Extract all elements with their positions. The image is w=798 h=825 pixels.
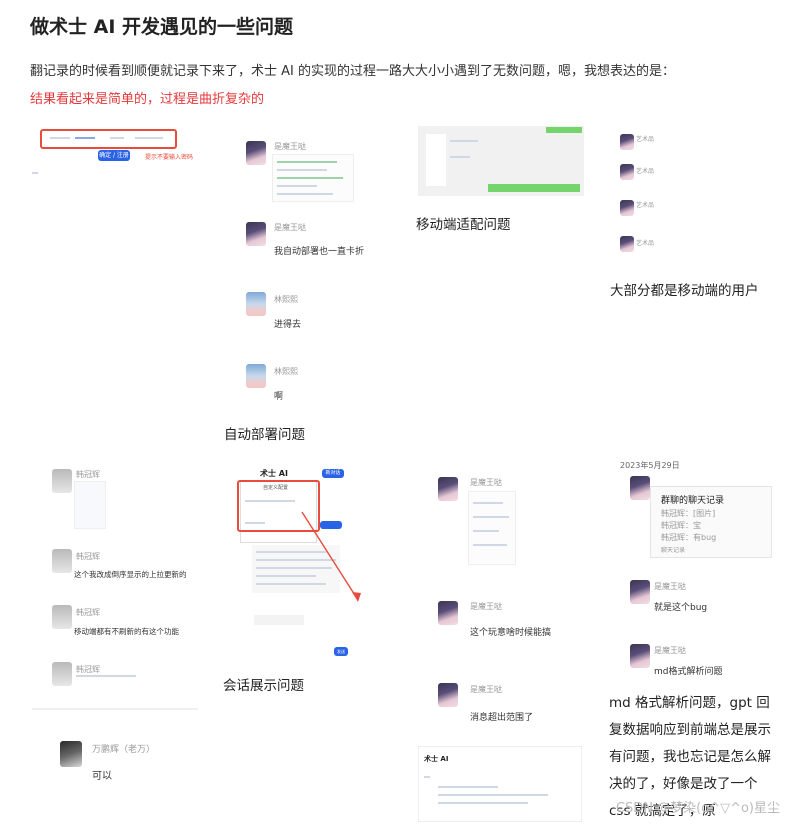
intro-text: 翻记录的时候看到顺便就记录下来了，术士 AI 的实现的过程一路大大小小遇到了无数… (30, 64, 675, 79)
avatar (620, 236, 634, 252)
screenshot-app-ui: 术士 AI (418, 746, 582, 822)
avatar (52, 549, 72, 573)
message-text: md格式解析问题 (654, 667, 723, 677)
caption-chat-display: 会话展示问题 (223, 678, 304, 694)
avatar (52, 469, 72, 493)
sender-name: 万鹏辉（老万） (92, 745, 156, 755)
sender-name: 是魔王哒 (274, 223, 306, 232)
highlight-box (40, 129, 177, 149)
message-text: 我自动部署也一直卡折 (274, 247, 365, 257)
avatar (630, 580, 650, 604)
app-title: 术士 AI (424, 755, 449, 763)
card-line: 韩冠辉：宝 (661, 521, 701, 530)
avatar (438, 683, 458, 707)
message-text: 啊 (274, 392, 284, 402)
message-text: 就是这个bug (654, 603, 708, 613)
sender-name: 是魔王哒 (274, 142, 306, 151)
screenshot-chat-range: 是魔王哒 是魔王哒 这个玩意啥时候能搞 是魔王哒 消息超出范围了 (418, 465, 584, 730)
avatar (246, 222, 266, 246)
screenshot-prompt-form: 确定 / 注册 提示不要输入密码 (30, 126, 200, 186)
card-title: 群聊的聊天记录 (661, 496, 725, 506)
message-text: 移动端都有不刷新的有这个功能 (74, 627, 179, 636)
avatar (630, 644, 650, 668)
red-note: 提示不要输入密码 (145, 154, 194, 161)
caption-mostly-mobile: 大部分都是移动端的用户 (610, 283, 759, 299)
sender-name: 韩冠辉 (76, 552, 100, 561)
page-title: 做术士 AI 开发遇见的一些问题 (30, 16, 294, 38)
attached-screenshot (74, 481, 106, 529)
submit-button: 确定 / 注册 (98, 150, 130, 161)
avatar (438, 477, 458, 501)
new-chat-button: 新对话 (322, 469, 344, 478)
sender-name: 艺术品 (636, 240, 655, 247)
screenshot-mobile-adapt (418, 126, 584, 196)
avatar (60, 741, 82, 767)
avatar (630, 476, 650, 500)
sender-name: 是魔王哒 (654, 582, 686, 591)
avatar (246, 364, 266, 388)
sender-name: 韩冠辉 (76, 470, 100, 479)
intro-highlight: 结果看起来是简单的，过程是曲折复杂的 (30, 92, 265, 107)
chat-record-card: 群聊的聊天记录 韩冠辉：[图片] 韩冠辉：宝 韩冠辉：有bug 聊天记录 (650, 486, 772, 558)
avatar (52, 605, 72, 629)
message-text: 消息超出范围了 (470, 713, 534, 723)
attached-screenshot (468, 491, 516, 565)
watermark: CSDN @梦染(o^▽^o)星尘 (615, 801, 780, 816)
sender-name: 艺术品 (636, 168, 655, 175)
card-foot: 聊天记录 (661, 547, 686, 554)
attached-screenshot (272, 154, 354, 202)
caption-mobile-adapt: 移动端适配问题 (416, 217, 511, 233)
card-line: 韩冠辉：[图片] (661, 509, 716, 518)
avatar (620, 200, 634, 216)
intro-paragraph: 翻记录的时候看到顺便就记录下来了，术士 AI 的实现的过程一路大大小小遇到了无数… (30, 58, 780, 114)
avatar (620, 134, 634, 150)
caption-auto-deploy: 自动部署问题 (224, 427, 305, 443)
avatar (246, 141, 266, 165)
avatar (52, 662, 72, 686)
avatar (438, 601, 458, 625)
sender-name: 林熙熙 (274, 367, 298, 376)
screenshot-chat-deploy: 是魔王哒 是魔王哒 我自动部署也一直卡折 林熙熙 进得去 林熙熙 啊 (222, 126, 390, 416)
message-text: 这个玩意啥时候能搞 (470, 628, 552, 638)
app-title: 术士 AI (260, 469, 288, 478)
sender-name: 是魔王哒 (470, 602, 502, 611)
avatar (620, 164, 634, 180)
avatar (246, 292, 266, 316)
send-button: 发送 (334, 647, 348, 656)
red-arrow (301, 511, 361, 602)
sender-name: 林熙熙 (274, 295, 298, 304)
card-line: 韩冠辉：有bug (661, 533, 717, 542)
sender-name: 是魔王哒 (470, 478, 502, 487)
screenshot-chat-refresh: 韩冠辉 韩冠辉 这个我改成倒序显示的上拉更新的 韩冠辉 移动端都有不刷新的有这个… (32, 465, 198, 810)
sender-name: 韩冠辉 (76, 608, 100, 617)
date: 2023年5月29日 (620, 461, 680, 470)
message-text: 进得去 (274, 320, 302, 330)
sender-name: 是魔王哒 (654, 646, 686, 655)
screenshot-mobile-users: 艺术品 艺术品 艺术品 艺术品 (612, 126, 776, 262)
message-text: 可以 (92, 771, 112, 782)
sender-name: 艺术品 (636, 202, 655, 209)
message-text: 这个我改成倒序显示的上拉更新的 (74, 570, 187, 579)
sender-name: 艺术品 (636, 136, 655, 143)
sender-name: 韩冠辉 (76, 665, 100, 674)
screenshot-md-bug: 2023年5月29日 群聊的聊天记录 韩冠辉：[图片] 韩冠辉：宝 韩冠辉：有b… (612, 460, 776, 685)
sender-name: 是魔王哒 (470, 685, 502, 694)
